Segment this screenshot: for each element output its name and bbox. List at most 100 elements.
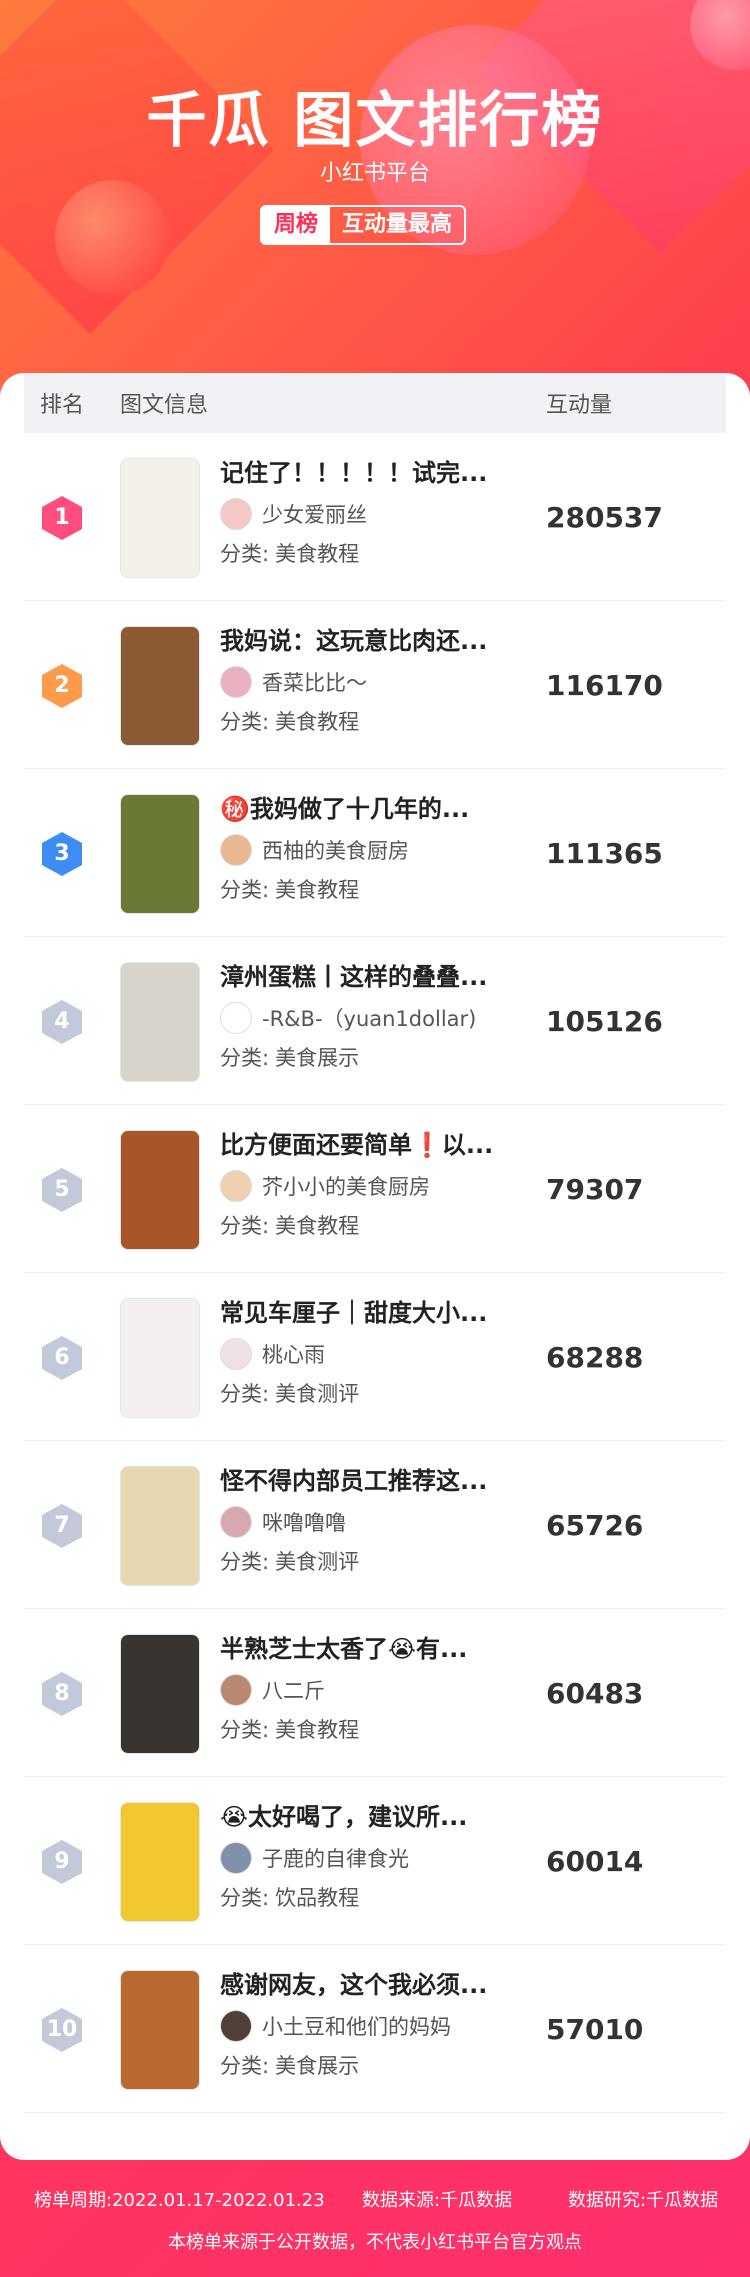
post-author[interactable]: 八二斤: [220, 1673, 530, 1707]
post-info: 怪不得内部员工推荐这... 咪噜噜噜 分类: 美食测评: [220, 1463, 530, 1579]
category-value: 美食测评: [275, 1550, 360, 1574]
table-row[interactable]: 4 漳州蛋糕丨这样的叠叠... -R&B-（yuan1dollar) 分类: 美食…: [24, 937, 726, 1105]
rank-number: 7: [54, 1513, 70, 1538]
thumbnail-image: [121, 963, 199, 1081]
post-category: 分类: 美食测评: [220, 1545, 530, 1579]
ranking-list: 1 记住了！！！！！试完... 少女爱丽丝 分类: 美食教程 280537 2 我…: [24, 433, 726, 2113]
post-title[interactable]: 感谢网友，这个我必须...: [220, 1967, 530, 2003]
rank-badge: 8: [40, 1671, 84, 1717]
post-info: 比方便面还要简单❗以... 芥小小的美食厨房 分类: 美食教程: [220, 1127, 530, 1243]
category-value: 美食教程: [275, 1718, 360, 1742]
post-author[interactable]: 桃心雨: [220, 1337, 530, 1371]
author-name: 芥小小的美食厨房: [262, 1175, 430, 1199]
rank-badge: 9: [40, 1839, 84, 1885]
post-author[interactable]: 小土豆和他们的妈妈: [220, 2009, 530, 2043]
post-author[interactable]: 少女爱丽丝: [220, 497, 530, 531]
table-row[interactable]: 9 😭太好喝了，建议所... 子鹿的自律食光 分类: 饮品教程 60014: [24, 1777, 726, 1945]
post-info: 😭太好喝了，建议所... 子鹿的自律食光 分类: 饮品教程: [220, 1799, 530, 1915]
table-row[interactable]: 2 我妈说：这玩意比肉还... 香菜比比～ 分类: 美食教程 116170: [24, 601, 726, 769]
post-thumbnail[interactable]: [120, 962, 200, 1082]
post-thumbnail[interactable]: [120, 1130, 200, 1250]
interaction-count: 65726: [546, 1509, 644, 1542]
post-thumbnail[interactable]: [120, 1970, 200, 2090]
post-author[interactable]: 芥小小的美食厨房: [220, 1169, 530, 1203]
thumbnail-image: [121, 1131, 199, 1249]
post-title[interactable]: ㊙️我妈做了十几年的...: [220, 791, 530, 827]
table-row[interactable]: 10 感谢网友，这个我必须... 小土豆和他们的妈妈 分类: 美食展示 57010: [24, 1945, 726, 2113]
author-name: 西柚的美食厨房: [262, 839, 409, 863]
post-title[interactable]: 记住了！！！！！试完...: [220, 455, 530, 491]
rank-badge: 5: [40, 1167, 84, 1213]
post-thumbnail[interactable]: [120, 1466, 200, 1586]
platform-subtitle: 小红书平台: [319, 161, 430, 186]
post-category: 分类: 美食教程: [220, 1713, 530, 1747]
table-row[interactable]: 7 怪不得内部员工推荐这... 咪噜噜噜 分类: 美食测评 65726: [24, 1441, 726, 1609]
column-header-count: 互动量: [546, 393, 613, 418]
post-title[interactable]: 怪不得内部员工推荐这...: [220, 1463, 530, 1499]
rank-number: 4: [54, 1009, 70, 1034]
interaction-count: 68288: [546, 1341, 644, 1374]
author-name: 小土豆和他们的妈妈: [262, 2015, 451, 2039]
post-thumbnail[interactable]: [120, 1634, 200, 1754]
category-label: 分类:: [220, 878, 270, 902]
post-author[interactable]: 香菜比比～: [220, 665, 530, 699]
post-thumbnail[interactable]: [120, 626, 200, 746]
avatar: [220, 834, 252, 866]
category-label: 分类:: [220, 542, 270, 566]
post-author[interactable]: -R&B-（yuan1dollar): [220, 1001, 530, 1035]
post-thumbnail[interactable]: [120, 1298, 200, 1418]
table-row[interactable]: 3 ㊙️我妈做了十几年的... 西柚的美食厨房 分类: 美食教程 111365: [24, 769, 726, 937]
rank-badge: 10: [40, 2007, 84, 2053]
category-label: 分类:: [220, 710, 270, 734]
table-row[interactable]: 6 常见车厘子｜甜度大小... 桃心雨 分类: 美食测评 68288: [24, 1273, 726, 1441]
post-info: 感谢网友，这个我必须... 小土豆和他们的妈妈 分类: 美食展示: [220, 1967, 530, 2083]
ranking-tabs: 周榜 互动量最高: [260, 205, 467, 245]
avatar: [220, 1338, 252, 1370]
post-author[interactable]: 咪噜噜噜: [220, 1505, 530, 1539]
post-title[interactable]: 我妈说：这玩意比肉还...: [220, 623, 530, 659]
category-label: 分类:: [220, 1718, 270, 1742]
post-category: 分类: 美食展示: [220, 2049, 530, 2083]
footer-period: 榜单周期:2022.01.17-2022.01.23: [34, 2190, 325, 2211]
table-row[interactable]: 8 半熟芝士太香了😭有... 八二斤 分类: 美食教程 60483: [24, 1609, 726, 1777]
post-category: 分类: 美食教程: [220, 705, 530, 739]
tab-interaction[interactable]: 互动量最高: [330, 207, 464, 243]
post-author[interactable]: 子鹿的自律食光: [220, 1841, 530, 1875]
table-row[interactable]: 5 比方便面还要简单❗以... 芥小小的美食厨房 分类: 美食教程 79307: [24, 1105, 726, 1273]
category-value: 美食展示: [275, 1046, 360, 1070]
post-title[interactable]: 比方便面还要简单❗以...: [220, 1127, 530, 1163]
post-title[interactable]: 半熟芝士太香了😭有...: [220, 1631, 530, 1667]
footer-source: 数据来源:千瓜数据: [362, 2190, 513, 2211]
post-title[interactable]: 常见车厘子｜甜度大小...: [220, 1295, 530, 1331]
post-thumbnail[interactable]: [120, 458, 200, 578]
post-category: 分类: 美食测评: [220, 1377, 530, 1411]
category-label: 分类:: [220, 2054, 270, 2078]
post-thumbnail[interactable]: [120, 1802, 200, 1922]
post-category: 分类: 饮品教程: [220, 1881, 530, 1915]
table-row[interactable]: 1 记住了！！！！！试完... 少女爱丽丝 分类: 美食教程 280537: [24, 433, 726, 601]
avatar: [220, 1674, 252, 1706]
avatar: [220, 1002, 252, 1034]
rank-badge: 2: [40, 663, 84, 709]
rank-badge: 4: [40, 999, 84, 1045]
rank-number: 8: [54, 1681, 70, 1706]
post-category: 分类: 美食教程: [220, 873, 530, 907]
rank-badge: 1: [40, 495, 84, 541]
author-name: 桃心雨: [262, 1343, 325, 1367]
category-value: 美食测评: [275, 1382, 360, 1406]
post-author[interactable]: 西柚的美食厨房: [220, 833, 530, 867]
column-header-rank: 排名: [40, 393, 85, 418]
avatar: [220, 1506, 252, 1538]
thumbnail-image: [121, 795, 199, 913]
avatar: [220, 1170, 252, 1202]
interaction-count: 60483: [546, 1677, 644, 1710]
tab-week[interactable]: 周榜: [262, 207, 331, 243]
rank-number: 5: [54, 1177, 70, 1202]
post-title[interactable]: 漳州蛋糕丨这样的叠叠...: [220, 959, 530, 995]
post-thumbnail[interactable]: [120, 794, 200, 914]
avatar: [220, 666, 252, 698]
post-category: 分类: 美食教程: [220, 1209, 530, 1243]
post-title[interactable]: 😭太好喝了，建议所...: [220, 1799, 530, 1835]
interaction-count: 111365: [546, 837, 663, 870]
thumbnail-image: [121, 627, 199, 745]
